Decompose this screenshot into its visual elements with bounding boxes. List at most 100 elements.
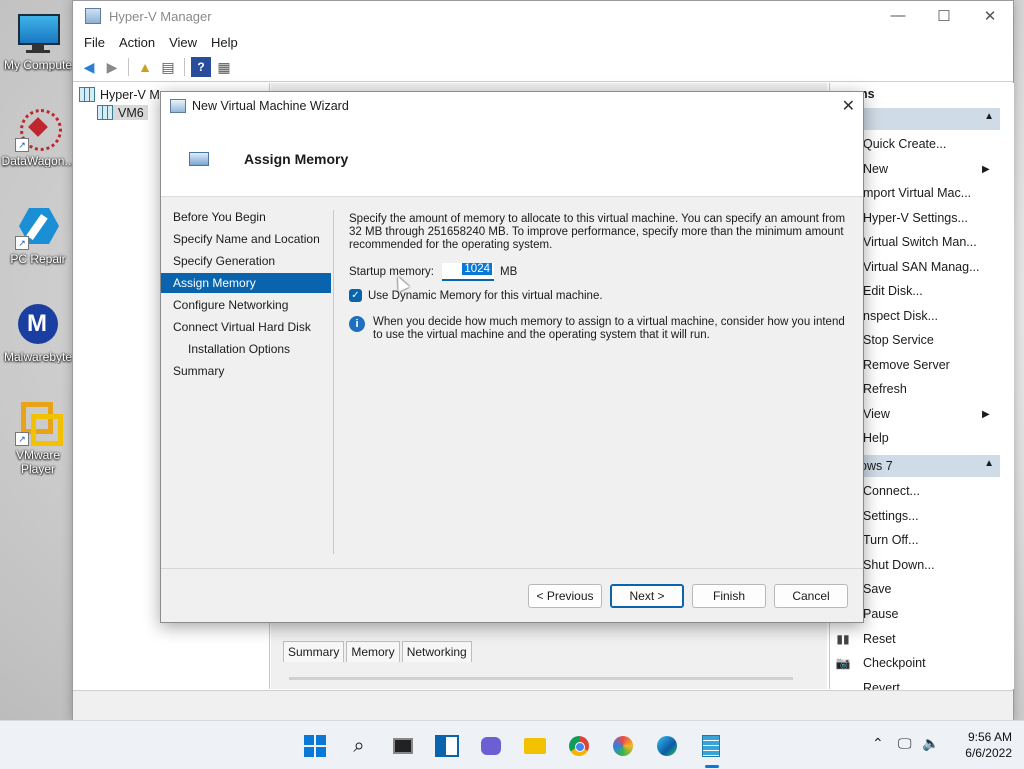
widgets-icon[interactable] <box>434 733 460 759</box>
vm-action-settings[interactable]: Settings... <box>863 509 919 523</box>
title-bar: Hyper-V Manager — ☐ ✕ <box>73 1 1013 31</box>
back-icon[interactable]: ◀ <box>79 57 99 77</box>
menu-bar: File Action View Help <box>73 31 1013 53</box>
vm-action-checkpoint[interactable]: Checkpoint <box>863 656 926 670</box>
tab-summary[interactable]: Summary <box>283 641 345 662</box>
task-view-icon[interactable] <box>390 733 416 759</box>
status-bar <box>73 690 1013 721</box>
system-clock[interactable]: 9:56 AM 6/6/2022 <box>965 729 1012 761</box>
desktop-icon-vmware[interactable]: ↗ VMware Player <box>0 400 76 476</box>
windows-start-icon[interactable] <box>302 733 328 759</box>
action-virtual-switch-man[interactable]: Virtual Switch Man... <box>863 235 977 249</box>
action-new[interactable]: New <box>863 162 888 176</box>
dynamic-memory-checkbox[interactable]: ✓ <box>349 289 362 302</box>
vm-action-save[interactable]: Save <box>863 582 892 596</box>
toolbar: ◀ ▶ ▲ ▤ ? ▦ <box>73 53 1013 82</box>
wizard-title: New Virtual Machine Wizard <box>192 99 349 113</box>
vm-action-pause[interactable]: Pause <box>863 607 898 621</box>
window-title: Hyper-V Manager <box>109 8 212 24</box>
wizard-step-specify-name-and-location[interactable]: Specify Name and Location <box>173 232 320 246</box>
wizard-step-summary[interactable]: Summary <box>173 364 224 378</box>
search-icon[interactable]: ⌕ <box>346 733 372 759</box>
tree-item-label: VM6 <box>118 105 144 120</box>
tab-memory[interactable]: Memory <box>346 641 400 662</box>
network-icon[interactable]: 🖵 <box>898 735 912 752</box>
action-nspect-disk[interactable]: nspect Disk... <box>863 309 938 323</box>
desktop-icon-my-computer[interactable]: My Compute <box>0 10 76 72</box>
forward-icon[interactable]: ▶ <box>102 57 122 77</box>
dynamic-memory-label[interactable]: Use Dynamic Memory for this virtual mach… <box>368 290 603 302</box>
wizard-step-specify-generation[interactable]: Specify Generation <box>173 254 275 268</box>
desktop-icon-datawagon[interactable]: ↗ DataWagon... <box>0 106 76 168</box>
action-view[interactable]: View <box>863 407 890 421</box>
action-remove-server[interactable]: Remove Server <box>863 358 950 372</box>
vm-action-reset[interactable]: Reset <box>863 632 896 646</box>
show-hide-tree-icon[interactable]: ▤ <box>158 57 178 77</box>
action-hyper-v-settings[interactable]: Hyper-V Settings... <box>863 211 968 225</box>
vmware-icon: ↗ <box>15 400 63 446</box>
desktop-icon-malwarebytes[interactable]: M Malwarebyte <box>0 302 76 364</box>
wizard-step-connect-virtual-hard-disk[interactable]: Connect Virtual Hard Disk <box>173 320 311 334</box>
pc-repair-icon: ↗ <box>15 204 61 250</box>
shortcut-arrow-icon: ↗ <box>15 236 29 250</box>
chrome-icon[interactable] <box>566 733 592 759</box>
chat-icon[interactable] <box>478 733 504 759</box>
pause-icon: ▮▮ <box>836 631 850 646</box>
monitor-icon <box>15 10 61 56</box>
menu-action[interactable]: Action <box>112 35 162 50</box>
shortcut-arrow-icon: ↗ <box>15 432 29 446</box>
close-icon[interactable]: ✕ <box>842 96 855 116</box>
menu-view[interactable]: View <box>162 35 204 50</box>
desktop-icon-pc-repair[interactable]: ↗ PC Repair <box>0 204 76 266</box>
wizard-header: Assign Memory <box>161 120 863 197</box>
menu-file[interactable]: File <box>77 35 112 50</box>
wizard-step-before-you-begin[interactable]: Before You Begin <box>173 210 266 224</box>
horizontal-scrollbar[interactable] <box>289 677 793 680</box>
maximize-button[interactable]: ☐ <box>921 7 967 25</box>
previous-button[interactable]: < Previous <box>528 584 602 608</box>
minimize-button[interactable]: — <box>875 7 921 25</box>
wizard-icon <box>170 99 186 113</box>
tree-item-vm6[interactable]: VM6 <box>97 105 148 120</box>
app-icon[interactable] <box>610 733 636 759</box>
wizard-title-bar: New Virtual Machine Wizard ✕ <box>161 92 863 120</box>
finish-button[interactable]: Finish <box>692 584 766 608</box>
collapse-up-icon: ▲ <box>984 458 994 469</box>
action-refresh[interactable]: Refresh <box>863 382 907 396</box>
info-note: i When you decide how much memory to ass… <box>349 316 849 342</box>
tree-root-hyperv[interactable]: Hyper-V Ma <box>79 87 167 102</box>
wizard-step-configure-networking[interactable]: Configure Networking <box>173 298 288 312</box>
cancel-button[interactable]: Cancel <box>774 584 848 608</box>
hyperv-icon[interactable] <box>698 733 724 759</box>
edge-icon[interactable] <box>654 733 680 759</box>
startup-memory-label: Startup memory: <box>349 266 434 278</box>
action-help[interactable]: Help <box>863 431 889 445</box>
up-folder-icon[interactable]: ▲ <box>135 57 155 77</box>
action-quick-create[interactable]: Quick Create... <box>863 137 946 151</box>
action-stop-service[interactable]: Stop Service <box>863 333 934 347</box>
help-icon[interactable]: ? <box>191 57 211 77</box>
action-edit-disk[interactable]: Edit Disk... <box>863 284 923 298</box>
wizard-step-assign-memory[interactable]: Assign Memory <box>161 273 331 293</box>
hyperv-app-icon <box>85 8 101 24</box>
info-text: When you decide how much memory to assig… <box>373 316 845 341</box>
new-vm-wizard-dialog: New Virtual Machine Wizard ✕ Assign Memo… <box>160 91 864 623</box>
submenu-arrow-icon: ▶ <box>982 163 990 175</box>
clock-time: 9:56 AM <box>967 730 1012 744</box>
vm-action-turn-off[interactable]: Turn Off... <box>863 533 919 547</box>
volume-icon[interactable]: 🔈 <box>922 735 939 752</box>
show-hide-action-pane-icon[interactable]: ▦ <box>214 57 234 77</box>
action-mport-virtual-mac[interactable]: mport Virtual Mac... <box>863 186 971 200</box>
chevron-up-icon[interactable]: ⌃ <box>872 735 884 752</box>
vm-action-connect[interactable]: Connect... <box>863 484 920 498</box>
file-explorer-icon[interactable] <box>522 733 548 759</box>
close-button[interactable]: ✕ <box>967 7 1013 25</box>
tab-networking[interactable]: Networking <box>401 641 472 662</box>
next-button[interactable]: Next > <box>610 584 684 608</box>
action-virtual-san-manag[interactable]: Virtual SAN Manag... <box>863 260 980 274</box>
wizard-step-installation-options[interactable]: Installation Options <box>188 342 290 356</box>
menu-help[interactable]: Help <box>204 35 245 50</box>
startup-memory-input[interactable]: 1024 <box>442 263 494 281</box>
vm-action-shut-down[interactable]: Shut Down... <box>863 558 935 572</box>
desktop-icon-label: VMware Player <box>15 448 60 476</box>
